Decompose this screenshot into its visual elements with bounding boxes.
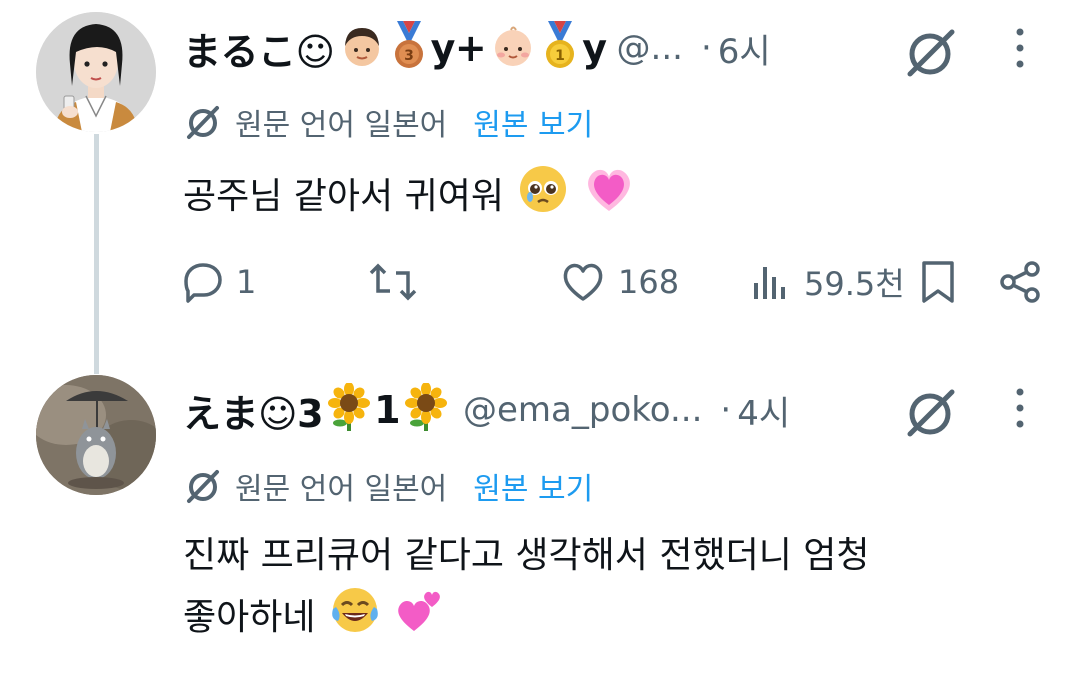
more-vertical-icon xyxy=(1016,28,1024,68)
user-handle[interactable]: @... xyxy=(617,28,683,68)
badge-text: y xyxy=(582,26,607,70)
views-button[interactable]: 59.5천 xyxy=(750,252,905,312)
translation-label: 원문 언어 일본어 xyxy=(235,108,448,143)
show-original-link[interactable]: 원본 보기 xyxy=(473,464,593,508)
pleading-face-emoji xyxy=(518,164,568,232)
growing-heart-emoji xyxy=(583,165,635,231)
grok-translate-icon xyxy=(187,470,219,503)
post-text: 공주님 같아서 귀여워 xyxy=(183,164,990,232)
grok-translate-icon xyxy=(187,106,219,139)
boy-emoji xyxy=(338,22,386,74)
translation-notice: 원문 언어 일본어 원본 보기 xyxy=(183,100,593,144)
display-name[interactable]: えま☺3 xyxy=(183,383,324,438)
reply-post-1: まるこ☺ 3 y+ 1 y @... · 6시 원문 언어 일본어 원본 보기 … xyxy=(0,0,1080,374)
reply-count: 1 xyxy=(236,263,257,301)
grok-icon xyxy=(907,29,955,77)
like-count: 168 xyxy=(618,263,680,301)
user-handle[interactable]: @ema_poko... xyxy=(463,390,702,430)
sunflower-emoji xyxy=(403,382,449,437)
views-icon xyxy=(754,267,785,299)
heart-icon xyxy=(563,263,603,301)
post-text-line-1: 진짜 프리큐어 같다고 생각해서 전했더니 엄청 xyxy=(183,535,870,576)
more-vertical-icon xyxy=(1016,388,1024,428)
svg-text:1: 1 xyxy=(555,48,565,64)
avatar[interactable] xyxy=(36,12,156,132)
sunflower-emoji xyxy=(326,382,372,437)
share-button[interactable] xyxy=(998,252,1042,312)
badge-text: y+ xyxy=(430,26,487,70)
avatar-illustration-girl xyxy=(36,12,156,132)
repost-icon xyxy=(369,263,417,301)
grok-button[interactable] xyxy=(900,22,960,82)
post-text: 진짜 프리큐어 같다고 생각해서 전했더니 엄청 좋아하네 xyxy=(183,527,990,653)
reply-post-2: えま☺3 1 @ema_poko... · 4시 원문 언어 일본어 원본 보기… xyxy=(0,360,1080,673)
show-original-link[interactable]: 원본 보기 xyxy=(473,100,593,144)
separator-dot: · xyxy=(700,28,712,68)
post-time[interactable]: 6시 xyxy=(718,24,771,73)
svg-text:3: 3 xyxy=(404,48,414,64)
post-time[interactable]: 4시 xyxy=(737,386,790,435)
post-text-line-2: 좋아하네 xyxy=(183,597,316,638)
bookmark-icon xyxy=(922,261,954,303)
two-hearts-emoji xyxy=(394,585,444,653)
separator-dot: · xyxy=(720,390,732,430)
reply-button[interactable]: 1 xyxy=(180,252,256,312)
display-name[interactable]: まるこ☺ xyxy=(183,21,335,76)
reply-icon xyxy=(184,263,222,303)
translation-label: 원문 언어 일본어 xyxy=(235,472,448,507)
tears-of-joy-emoji xyxy=(330,585,380,653)
grok-button[interactable] xyxy=(900,382,960,442)
avatar[interactable] xyxy=(36,375,156,495)
more-options-button[interactable] xyxy=(1000,384,1040,436)
post-text-line-2-wrap: 좋아하네 xyxy=(183,585,990,653)
repost-button[interactable] xyxy=(368,252,418,312)
view-count: 59.5천 xyxy=(804,265,905,303)
post-actions: 1 168 59.5천 xyxy=(180,252,1050,312)
gold-medal-emoji: 1 xyxy=(540,21,580,75)
post-text-content: 공주님 같아서 귀여워 xyxy=(183,176,504,217)
grok-icon xyxy=(907,389,955,437)
badge-text: 1 xyxy=(374,388,401,432)
share-icon xyxy=(1000,261,1040,303)
bronze-medal-emoji: 3 xyxy=(389,21,429,75)
bookmark-button[interactable] xyxy=(918,252,958,312)
translation-notice: 원문 언어 일본어 원본 보기 xyxy=(183,464,593,508)
more-options-button[interactable] xyxy=(1000,24,1040,76)
thread-connector-line xyxy=(94,134,99,374)
like-button[interactable]: 168 xyxy=(560,252,679,312)
avatar-photo-totoro xyxy=(36,375,156,495)
baby-emoji xyxy=(489,22,537,74)
